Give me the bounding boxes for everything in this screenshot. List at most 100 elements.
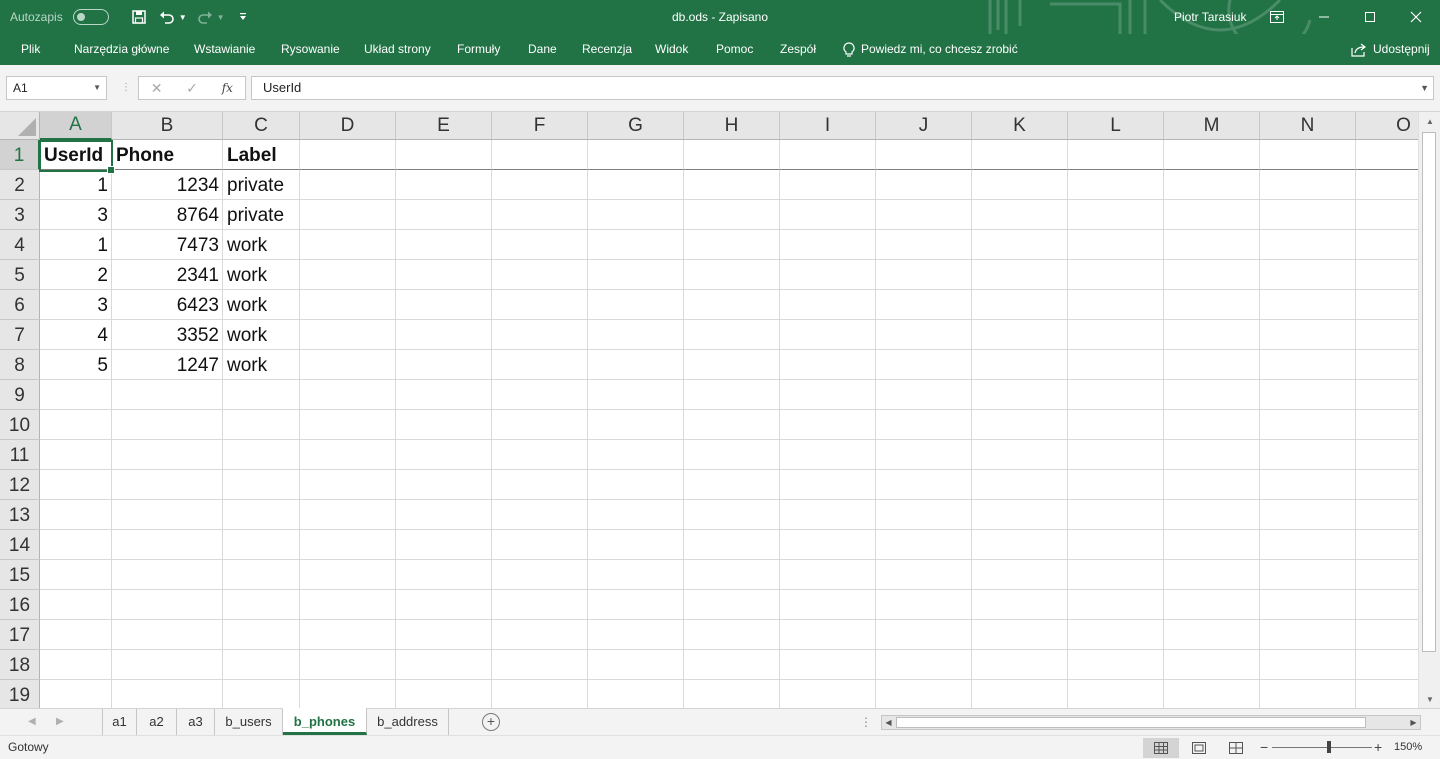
cell-f3[interactable] [492, 200, 588, 230]
cell-b19[interactable] [112, 680, 223, 708]
cell-g7[interactable] [588, 320, 684, 350]
cell-o10[interactable] [1356, 410, 1418, 440]
undo-dropdown-icon[interactable]: ▼ [179, 13, 187, 22]
cell-k6[interactable] [972, 290, 1068, 320]
cell-k7[interactable] [972, 320, 1068, 350]
cell-m6[interactable] [1164, 290, 1260, 320]
share-button[interactable]: Udostępnij [1351, 34, 1430, 65]
cell-k2[interactable] [972, 170, 1068, 200]
cell-f15[interactable] [492, 560, 588, 590]
cell-o16[interactable] [1356, 590, 1418, 620]
cell-m3[interactable] [1164, 200, 1260, 230]
cell-k1[interactable] [972, 140, 1068, 170]
row-header-3[interactable]: 3 [0, 200, 40, 230]
cell-a18[interactable] [40, 650, 112, 680]
cell-e8[interactable] [396, 350, 492, 380]
column-header-h[interactable]: H [684, 112, 780, 140]
cell-j19[interactable] [876, 680, 972, 708]
cell-l1[interactable] [1068, 140, 1164, 170]
cell-c7[interactable]: work [223, 320, 300, 350]
column-header-e[interactable]: E [396, 112, 492, 140]
row-header-1[interactable]: 1 [0, 140, 40, 170]
row-header-8[interactable]: 8 [0, 350, 40, 380]
cell-i13[interactable] [780, 500, 876, 530]
cell-k15[interactable] [972, 560, 1068, 590]
cell-a14[interactable] [40, 530, 112, 560]
cell-b2[interactable]: 1234 [112, 170, 223, 200]
formula-bar-splitter-icon[interactable]: ⋮ [121, 81, 131, 95]
cell-m16[interactable] [1164, 590, 1260, 620]
cell-d6[interactable] [300, 290, 396, 320]
cell-n2[interactable] [1260, 170, 1356, 200]
tab-file[interactable]: Plik [21, 34, 40, 65]
save-icon[interactable] [129, 5, 149, 29]
sheet-tab-b-users[interactable]: b_users [215, 709, 283, 735]
cell-a17[interactable] [40, 620, 112, 650]
cell-b11[interactable] [112, 440, 223, 470]
cell-h3[interactable] [684, 200, 780, 230]
tab-team[interactable]: Zespół [780, 34, 816, 65]
cell-b13[interactable] [112, 500, 223, 530]
cell-d12[interactable] [300, 470, 396, 500]
cell-c5[interactable]: work [223, 260, 300, 290]
insert-function-button[interactable]: fx [210, 81, 245, 95]
cell-g5[interactable] [588, 260, 684, 290]
cell-i18[interactable] [780, 650, 876, 680]
cell-o13[interactable] [1356, 500, 1418, 530]
cell-j1[interactable] [876, 140, 972, 170]
cell-l13[interactable] [1068, 500, 1164, 530]
cell-d2[interactable] [300, 170, 396, 200]
horizontal-scroll-thumb[interactable] [896, 717, 1366, 728]
column-header-g[interactable]: G [588, 112, 684, 140]
spreadsheet-grid[interactable]: A B C D E F G H I J K L M N O 1 UserId Phone Label 2 1 1234 pr… [0, 112, 1418, 708]
cell-b9[interactable] [112, 380, 223, 410]
cell-j3[interactable] [876, 200, 972, 230]
cell-n17[interactable] [1260, 620, 1356, 650]
cell-a15[interactable] [40, 560, 112, 590]
cell-l12[interactable] [1068, 470, 1164, 500]
tab-page-layout[interactable]: Układ strony [364, 34, 431, 65]
cell-h17[interactable] [684, 620, 780, 650]
cell-n19[interactable] [1260, 680, 1356, 708]
cell-e4[interactable] [396, 230, 492, 260]
cell-i11[interactable] [780, 440, 876, 470]
cell-c13[interactable] [223, 500, 300, 530]
cell-g14[interactable] [588, 530, 684, 560]
row-header-5[interactable]: 5 [0, 260, 40, 290]
cell-c18[interactable] [223, 650, 300, 680]
cell-f7[interactable] [492, 320, 588, 350]
cell-j9[interactable] [876, 380, 972, 410]
cell-d14[interactable] [300, 530, 396, 560]
cell-k19[interactable] [972, 680, 1068, 708]
cell-m13[interactable] [1164, 500, 1260, 530]
cell-j5[interactable] [876, 260, 972, 290]
cell-f6[interactable] [492, 290, 588, 320]
cell-a16[interactable] [40, 590, 112, 620]
cell-k16[interactable] [972, 590, 1068, 620]
prev-sheet-icon[interactable]: ◀ [28, 709, 36, 735]
cell-l15[interactable] [1068, 560, 1164, 590]
cell-c9[interactable] [223, 380, 300, 410]
sheet-tab-a1[interactable]: a1 [102, 709, 137, 735]
column-header-c[interactable]: C [223, 112, 300, 140]
cell-o17[interactable] [1356, 620, 1418, 650]
cell-m1[interactable] [1164, 140, 1260, 170]
cell-f2[interactable] [492, 170, 588, 200]
cell-o18[interactable] [1356, 650, 1418, 680]
cell-l18[interactable] [1068, 650, 1164, 680]
cell-e16[interactable] [396, 590, 492, 620]
cell-h13[interactable] [684, 500, 780, 530]
cell-d1[interactable] [300, 140, 396, 170]
cell-j7[interactable] [876, 320, 972, 350]
name-box-dropdown-icon[interactable]: ▼ [93, 77, 101, 99]
cell-g1[interactable] [588, 140, 684, 170]
scroll-down-icon[interactable]: ▼ [1419, 690, 1440, 708]
cell-m4[interactable] [1164, 230, 1260, 260]
cell-h7[interactable] [684, 320, 780, 350]
cell-e1[interactable] [396, 140, 492, 170]
cell-j4[interactable] [876, 230, 972, 260]
cell-e13[interactable] [396, 500, 492, 530]
cell-i14[interactable] [780, 530, 876, 560]
cell-k9[interactable] [972, 380, 1068, 410]
cell-f16[interactable] [492, 590, 588, 620]
